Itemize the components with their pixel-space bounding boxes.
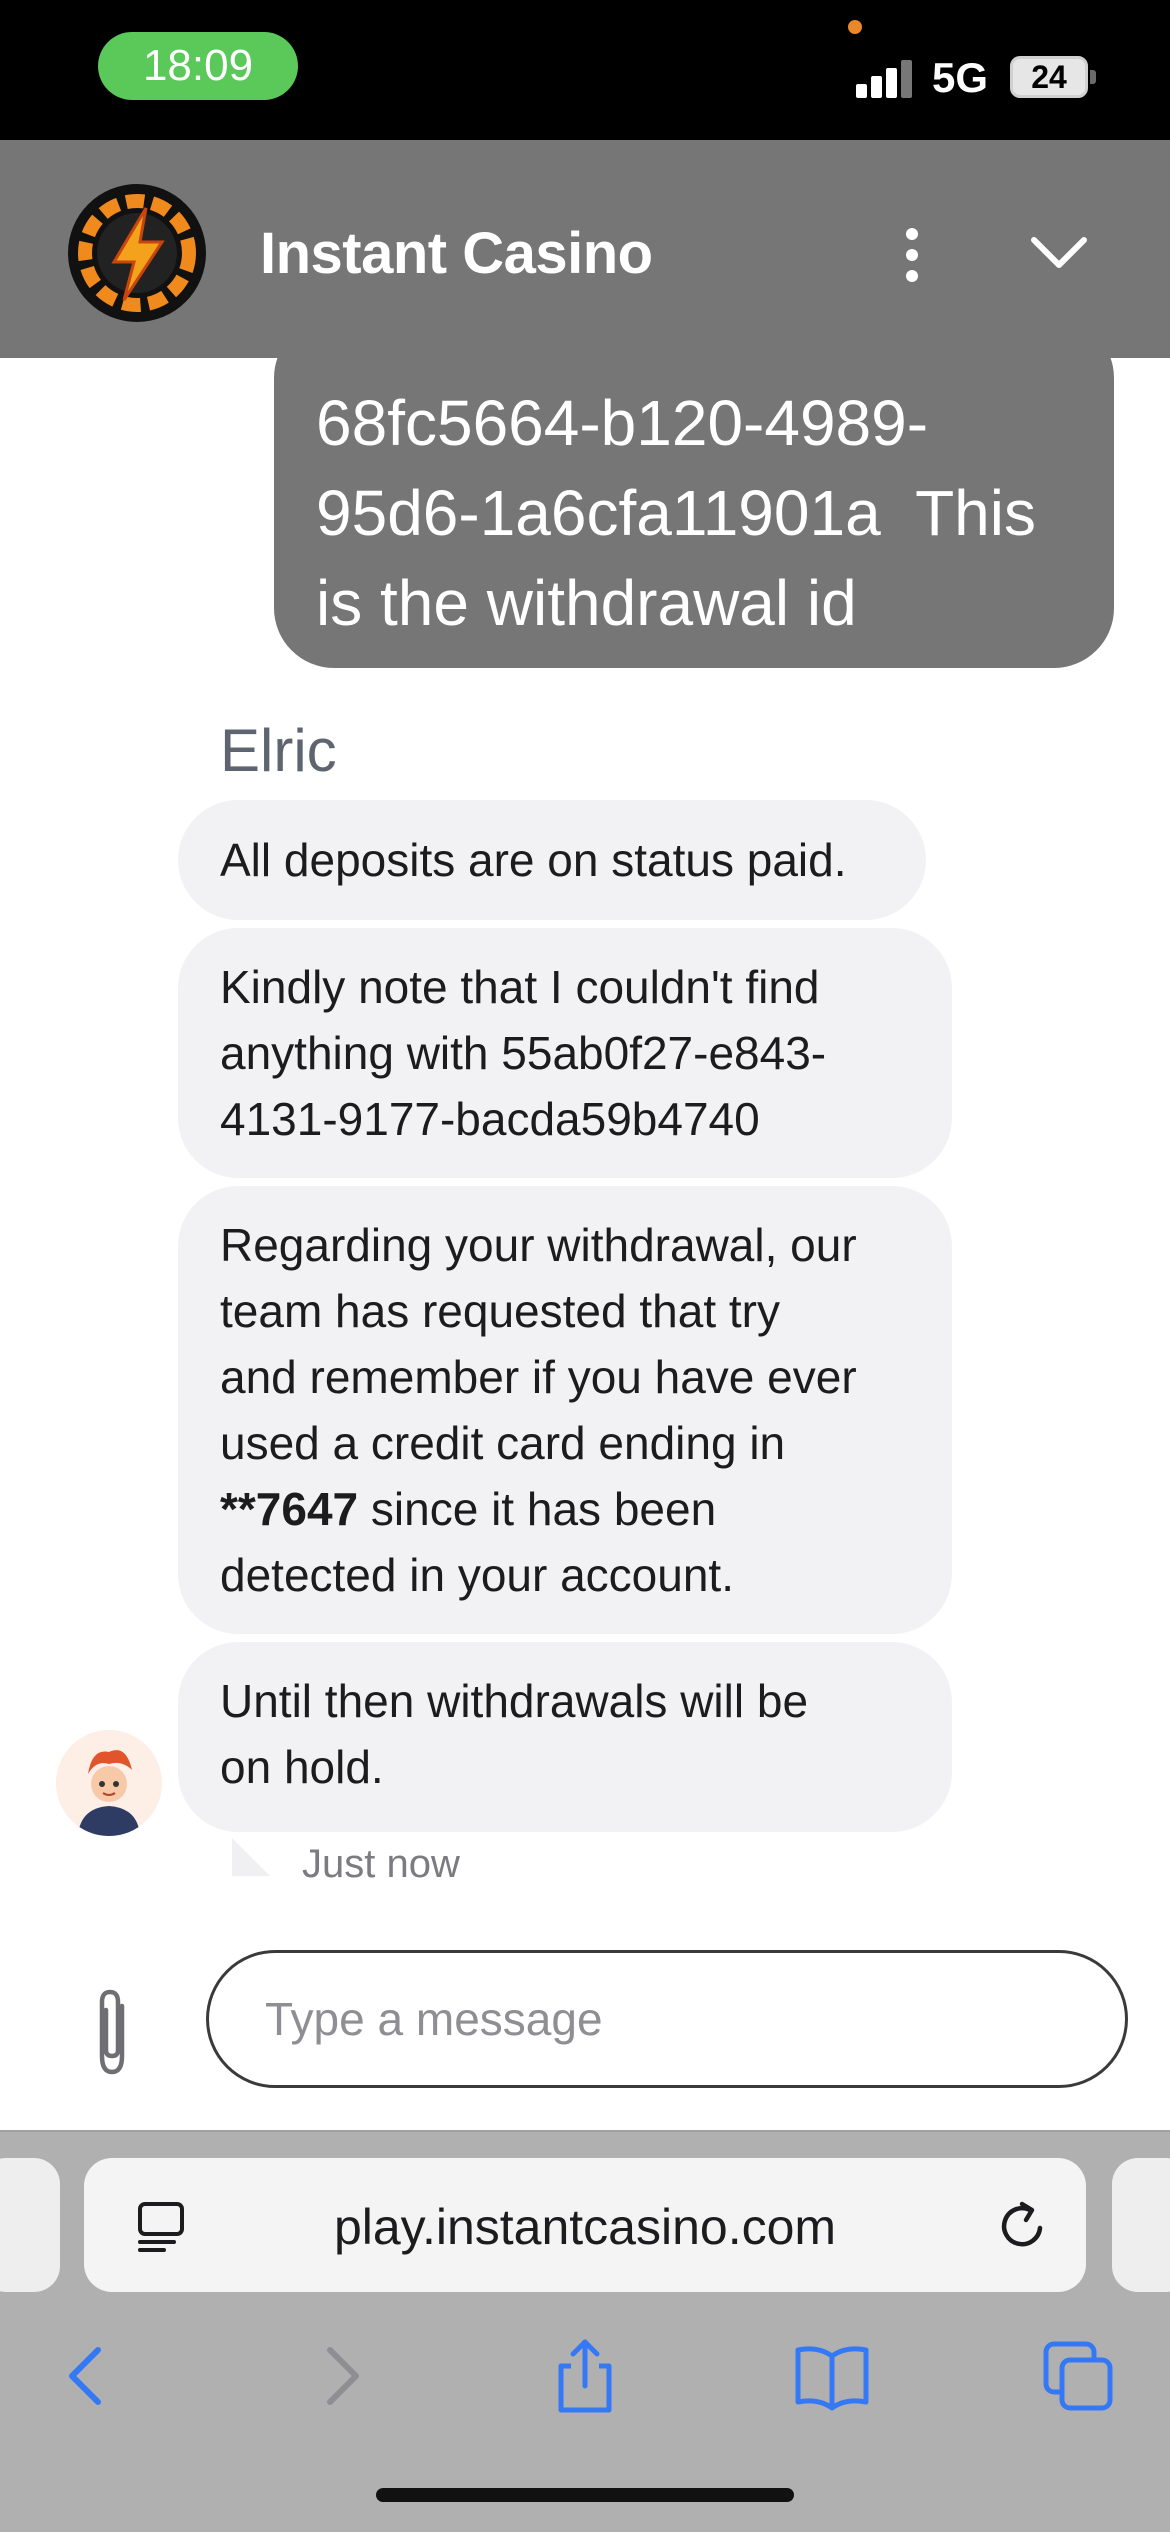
brand-logo-icon [68, 184, 206, 322]
user-message-line: 68fc5664-b120-4989- [316, 387, 929, 459]
tabs-icon[interactable] [1038, 2336, 1118, 2416]
agent-message-bubble: All deposits are on status paid. [178, 800, 926, 920]
user-message-line: 95d6-1a6cfa11901a This [316, 477, 1036, 549]
message-composer [0, 1918, 1170, 2130]
card-ending-bold: **7647 [220, 1483, 359, 1535]
agent-message-line: Until then withdrawals will be [220, 1675, 809, 1727]
agent-message-line: used a credit card ending in [220, 1417, 786, 1469]
bookmarks-icon[interactable] [792, 2336, 872, 2416]
agent-message-text: All deposits are on status paid. [220, 834, 847, 886]
message-timestamp: Just now [302, 1842, 460, 1886]
agent-avatar [56, 1730, 162, 1836]
agent-message-line: on hold. [220, 1741, 384, 1793]
previous-tab-preview[interactable] [0, 2158, 60, 2292]
battery-icon: 24 [1010, 56, 1088, 98]
agent-message-bubble: Regarding your withdrawal, our team has … [178, 1186, 952, 1634]
bubble-tail [232, 1838, 270, 1876]
url-text: play.instantcasino.com [333, 2199, 837, 2255]
chevron-down-icon[interactable] [1024, 218, 1094, 288]
agent-message-line: 4131-9177-bacda59b4740 [220, 1093, 760, 1145]
message-list[interactable]: 68fc5664-b120-4989- 95d6-1a6cfa11901a Th… [0, 358, 1170, 1918]
signal-strength-icon [856, 58, 912, 98]
address-bar[interactable]: play.instantcasino.com [84, 2158, 1086, 2292]
agent-name: Elric [220, 717, 337, 784]
reload-icon[interactable] [994, 2198, 1050, 2254]
agent-message-line: anything with 55ab0f27-e843- [220, 1027, 827, 1079]
agent-message-bubble: Kindly note that I couldn't find anythin… [178, 928, 952, 1178]
agent-message-line: Kindly note that I couldn't find [220, 961, 820, 1013]
user-message-bubble: 68fc5664-b120-4989- 95d6-1a6cfa11901a Th… [274, 358, 1114, 668]
agent-avatar-icon [56, 1730, 162, 1836]
agent-message-line: **7647 since it has been [220, 1476, 912, 1542]
agent-message-line: Regarding your withdrawal, our [220, 1219, 857, 1271]
battery-tip [1090, 70, 1096, 84]
status-bar: 18:09 5G 24 [0, 0, 1170, 140]
agent-message-line: and remember if you have ever [220, 1351, 857, 1403]
home-indicator[interactable] [376, 2488, 794, 2502]
browser-toolbar [0, 2312, 1170, 2442]
agent-message-bubble: Until then withdrawals will be on hold. [178, 1642, 952, 1832]
next-tab-preview[interactable] [1112, 2158, 1170, 2292]
camera-indicator-dot [848, 20, 862, 34]
browser-chrome: play.instantcasino.com [0, 2130, 1170, 2532]
share-icon[interactable] [545, 2336, 625, 2416]
user-message-line: is the withdrawal id [316, 567, 857, 639]
chat-header: Instant Casino [0, 140, 1170, 358]
battery-level: 24 [1031, 58, 1067, 95]
back-icon[interactable] [48, 2336, 128, 2416]
paperclip-icon[interactable] [84, 1984, 140, 2080]
network-type: 5G [932, 54, 989, 101]
agent-message-fragment: since it has been [358, 1483, 717, 1535]
more-options-button[interactable] [882, 220, 942, 290]
message-input[interactable] [206, 1950, 1128, 2088]
forward-icon[interactable] [300, 2336, 380, 2416]
status-time: 18:09 [98, 32, 298, 100]
agent-message-line: detected in your account. [220, 1549, 734, 1601]
chat-title: Instant Casino [260, 221, 653, 286]
agent-message-line: team has requested that try [220, 1285, 780, 1337]
